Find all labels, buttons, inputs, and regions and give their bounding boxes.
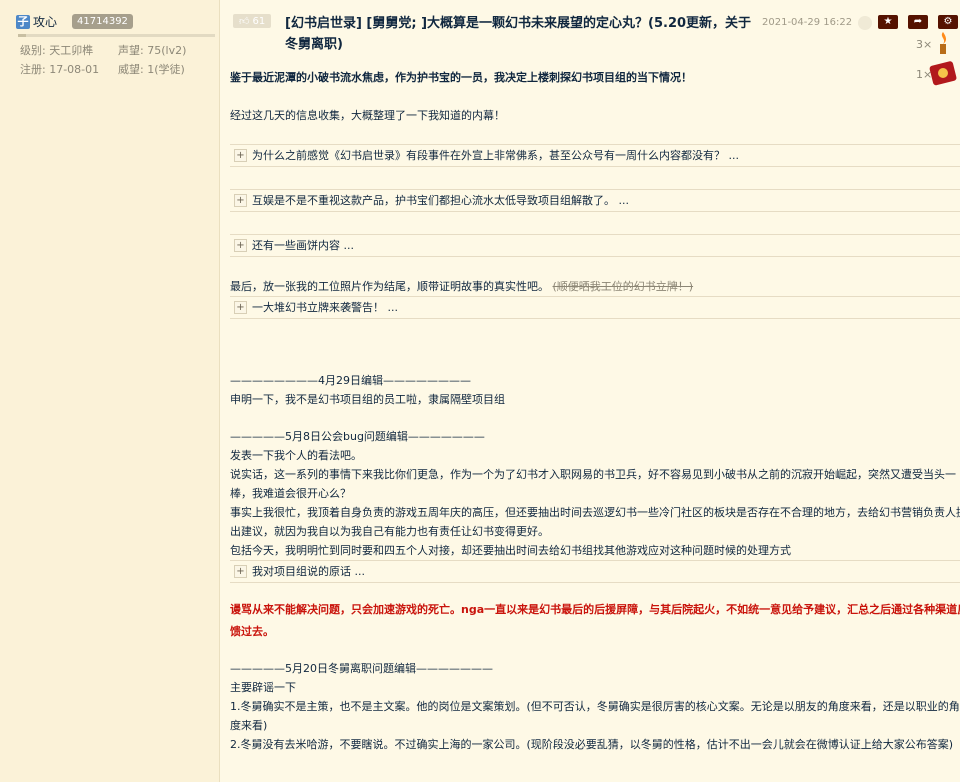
paragraph-line: 包括今天，我明明忙到同时要和四五个人对接，却还要抽出时间去给幻书组找其他游戏应对… — [230, 544, 791, 557]
author-panel: 子 攻心 41714392 级别: 天工卯榫 声望: 75(lv2) 注册: 1… — [0, 0, 220, 782]
thumb-up-icon: 👍︎ — [239, 16, 250, 27]
like-count: 61 — [252, 15, 266, 27]
collapse-block[interactable]: + 我对项目组说的原话 ... — [230, 560, 960, 583]
collapse-label: 我对项目组说的原话 ... — [252, 565, 365, 578]
strike-text: (顺便晒我工位的幻书立牌！) — [552, 280, 694, 293]
torch-medal-icon[interactable] — [932, 30, 954, 56]
expand-icon[interactable]: + — [234, 301, 247, 314]
medal-count: 3× — [916, 38, 933, 51]
expand-icon[interactable]: + — [234, 239, 247, 252]
edit-header: ————————4月29日编辑———————— — [230, 374, 471, 387]
paragraph-line: 棒，我难道会很开心么？ — [230, 487, 351, 500]
prestige-stat: 声望: 75(lv2) — [118, 44, 187, 57]
highlight-line: 馈过去。 — [230, 625, 274, 638]
power-stat: 威望: 1(学徒) — [118, 63, 185, 76]
menu-dot-icon[interactable] — [858, 16, 872, 30]
highlight-line: 谩骂从来不能解决问题，只会加速游戏的死亡。nga一直以来是幻书最后的后援屏障，与… — [230, 603, 960, 616]
edit-text: 申明一下，我不是幻书项目组的员工啦，隶属隔壁项目组 — [230, 393, 505, 406]
register-stat: 注册: 17-08-01 — [20, 63, 100, 76]
expand-icon[interactable]: + — [234, 149, 247, 162]
reputation-bar-fill — [18, 34, 26, 37]
paragraph-line: 发表一下我个人的看法吧。 — [230, 449, 362, 462]
settings-icon[interactable]: ⚙ — [938, 15, 958, 29]
collapse-block[interactable]: + 为什么之前感觉《幻书启世录》有段事件在外宣上非常佛系，甚至公众号有一周什么内… — [230, 144, 960, 167]
edit-header: —————5月8日公会bug问题编辑——————— — [230, 430, 485, 443]
uid-badge[interactable]: 41714392 — [72, 14, 133, 29]
star-icon[interactable]: ★ — [878, 15, 898, 29]
photo-line: 最后，放一张我的工位照片作为结尾，顺带证明故事的真实性吧。 (顺便晒我工位的幻书… — [230, 280, 694, 293]
edit-header: —————5月20日冬舅离职问题编辑——————— — [230, 662, 493, 675]
intro-text: 经过这几天的信息收集，大概整理了一下我知道的内幕！ — [230, 109, 505, 122]
collapse-label: 互娱是不是不重视这款产品，护书宝们都担心流水太低导致项目组解散了。 ... — [252, 194, 629, 207]
post-toolbar: 👍︎ 61 — [233, 14, 272, 28]
reputation-bar — [18, 34, 215, 37]
like-button[interactable]: 👍︎ 61 — [233, 14, 272, 28]
intro-bold: 鉴于最近泥潭的小破书流水焦虑，作为护书宝的一员，我决定上楼刺探幻书项目组的当下情… — [230, 71, 692, 84]
collapse-label: 一大堆幻书立牌来袭警告！ ... — [252, 301, 398, 314]
collapse-label: 为什么之前感觉《幻书启世录》有段事件在外宣上非常佛系，甚至公众号有一周什么内容都… — [252, 149, 739, 162]
paragraph-line: 说实话，这一系列的事情下来我比你们更急，作为一个为了幻书才入职网易的书卫兵，好不… — [230, 468, 956, 481]
expand-icon[interactable]: + — [234, 194, 247, 207]
author-name[interactable]: 攻心 — [33, 13, 57, 30]
paragraph-line: 出建议，就因为我自以为我自己有能力也有责任让幻书变得更好。 — [230, 525, 549, 538]
share-icon[interactable]: ➦ — [908, 15, 928, 29]
collapse-label: 还有一些画饼内容 ... — [252, 239, 354, 252]
post-title: [幻书启世录] [舅舅党; ]大概算是一颗幻书未来展望的定心丸？(5.20更新，… — [285, 16, 752, 52]
post-panel: 👍︎ 61 [幻书启世录] [舅舅党; ]大概算是一颗幻书未来展望的定心丸？(5… — [222, 0, 960, 782]
avatar[interactable]: 子 — [16, 14, 30, 29]
level-stat: 级别: 天工卯榫 — [20, 44, 94, 57]
post-body: 鉴于最近泥潭的小破书流水焦虑，作为护书宝的一员，我决定上楼刺探幻书项目组的当下情… — [230, 68, 960, 754]
post-timestamp: 2021-04-29 16:22 — [762, 17, 853, 28]
collapse-block[interactable]: + 还有一些画饼内容 ... — [230, 234, 960, 257]
expand-icon[interactable]: + — [234, 565, 247, 578]
collapse-block[interactable]: + 一大堆幻书立牌来袭警告！ ... — [230, 296, 960, 319]
author-header: 子 攻心 41714392 — [16, 13, 133, 30]
paragraph-line: 1.冬舅确实不是主策，也不是主文案。他的岗位是文案策划。(但不可否认，冬舅确实是… — [230, 700, 960, 713]
collapse-block[interactable]: + 互娱是不是不重视这款产品，护书宝们都担心流水太低导致项目组解散了。 ... — [230, 189, 960, 212]
paragraph-line: 度来看) — [230, 719, 268, 732]
paragraph-line: 事实上我很忙，我顶着自身负责的游戏五周年庆的高压，但还要抽出时间去巡逻幻书一些冷… — [230, 506, 960, 519]
paragraph-line: 2.冬舅没有去米哈游，不要瞎说。不过确实上海的一家公司。(现阶段没必要乱猜，以冬… — [230, 738, 954, 751]
paragraph-line: 主要辟谣一下 — [230, 681, 296, 694]
